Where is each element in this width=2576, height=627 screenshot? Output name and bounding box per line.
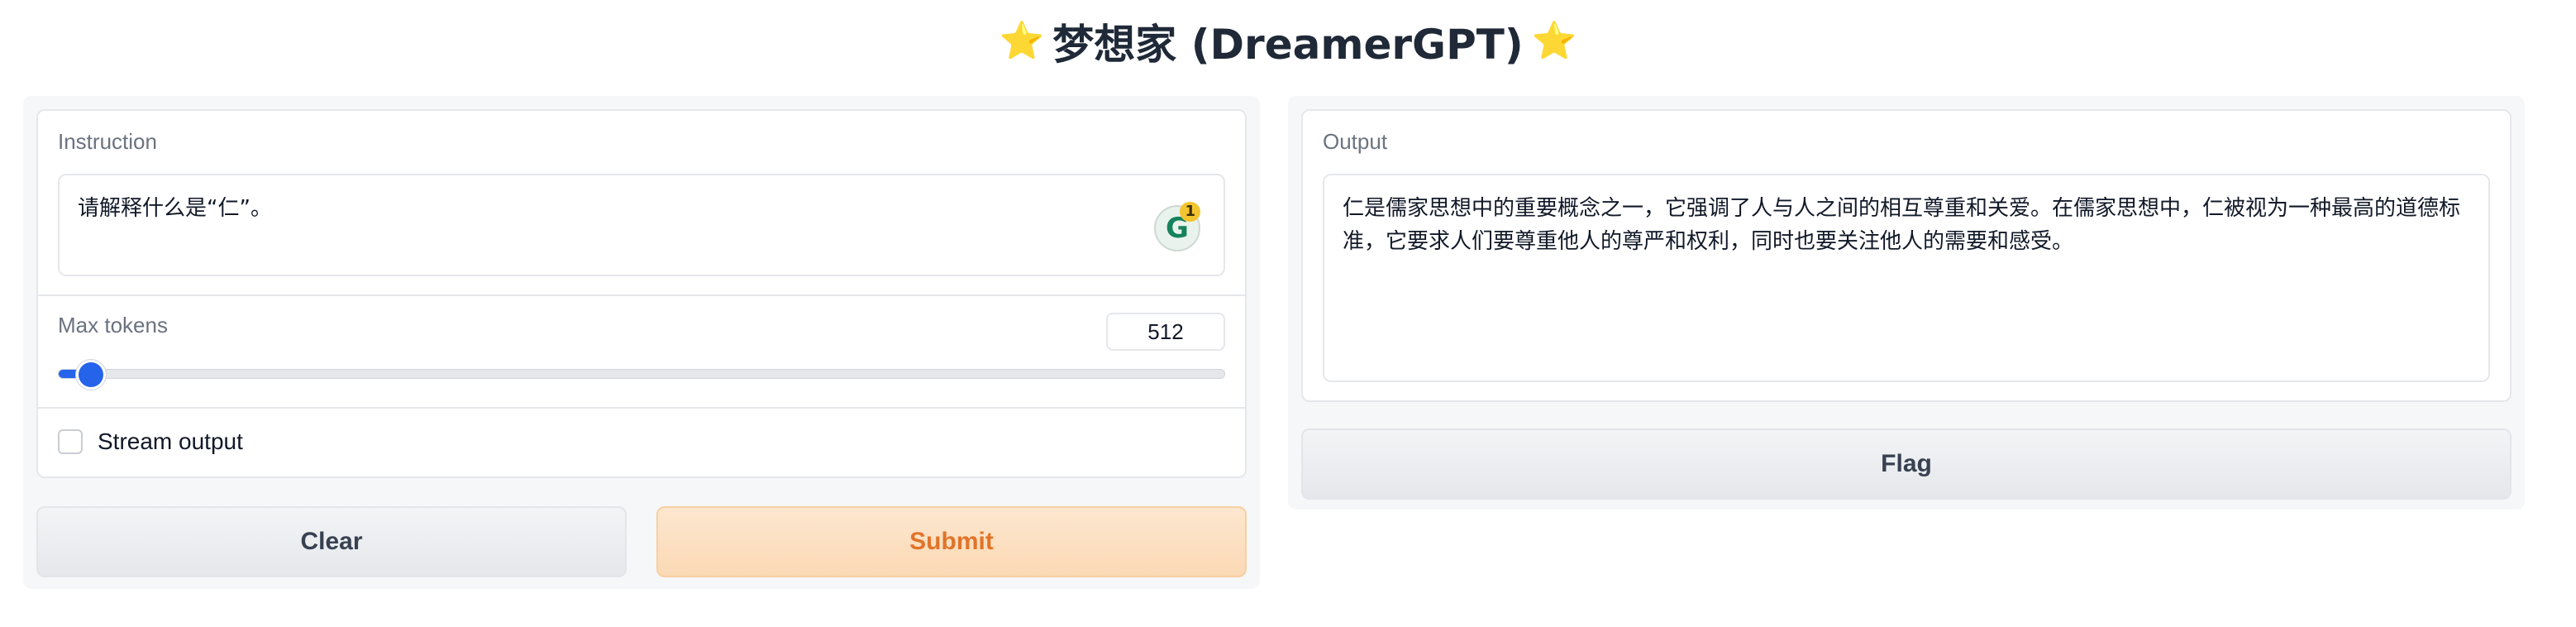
page-title: ⭐ 梦想家 (DreamerGPT) ⭐ bbox=[0, 10, 2576, 73]
instruction-textarea[interactable]: 请解释什么是“仁”。 G 1 bbox=[58, 174, 1225, 276]
page-title-text: 梦想家 (DreamerGPT) bbox=[1052, 21, 1524, 69]
flag-button[interactable]: Flag bbox=[1301, 428, 2512, 500]
instruction-text: 请解释什么是“仁”。 bbox=[78, 196, 272, 221]
max-tokens-label: Max tokens bbox=[58, 313, 168, 337]
stream-output-row[interactable]: Stream output bbox=[58, 428, 243, 455]
output-card: Output 仁是儒家思想中的重要概念之一，它强调了人与人之间的相互尊重和关爱。… bbox=[1301, 109, 2512, 402]
input-panel: Instruction 请解释什么是“仁”。 G 1 Max tokens 51… bbox=[23, 96, 1260, 589]
slider-thumb[interactable] bbox=[79, 362, 103, 387]
instruction-section: Instruction 请解释什么是“仁”。 G 1 bbox=[38, 111, 1245, 294]
max-tokens-slider[interactable] bbox=[58, 369, 1225, 379]
clear-button[interactable]: Clear bbox=[36, 506, 627, 577]
grammarly-badge: 1 bbox=[1180, 202, 1200, 222]
star-icon: ⭐ bbox=[999, 20, 1045, 62]
max-tokens-section: Max tokens 512 bbox=[38, 296, 1245, 407]
instruction-label: Instruction bbox=[58, 129, 157, 154]
output-panel: Output 仁是儒家思想中的重要概念之一，它强调了人与人之间的相互尊重和关爱。… bbox=[1288, 96, 2525, 510]
stream-output-checkbox[interactable] bbox=[58, 429, 83, 454]
star-icon: ⭐ bbox=[1531, 20, 1577, 62]
output-textarea[interactable]: 仁是儒家思想中的重要概念之一，它强调了人与人之间的相互尊重和关爱。在儒家思想中，… bbox=[1323, 174, 2490, 382]
output-label: Output bbox=[1323, 129, 1388, 154]
grammarly-icon[interactable]: G 1 bbox=[1154, 202, 1200, 251]
input-card: Instruction 请解释什么是“仁”。 G 1 Max tokens 51… bbox=[36, 109, 1247, 478]
stream-output-label: Stream output bbox=[98, 428, 243, 454]
max-tokens-number-input[interactable]: 512 bbox=[1106, 313, 1225, 351]
submit-button[interactable]: Submit bbox=[656, 506, 1247, 577]
output-text: 仁是儒家思想中的重要概念之一，它强调了人与人之间的相互尊重和关爱。在儒家思想中，… bbox=[1343, 196, 2461, 254]
stream-section: Stream output bbox=[38, 409, 1245, 478]
